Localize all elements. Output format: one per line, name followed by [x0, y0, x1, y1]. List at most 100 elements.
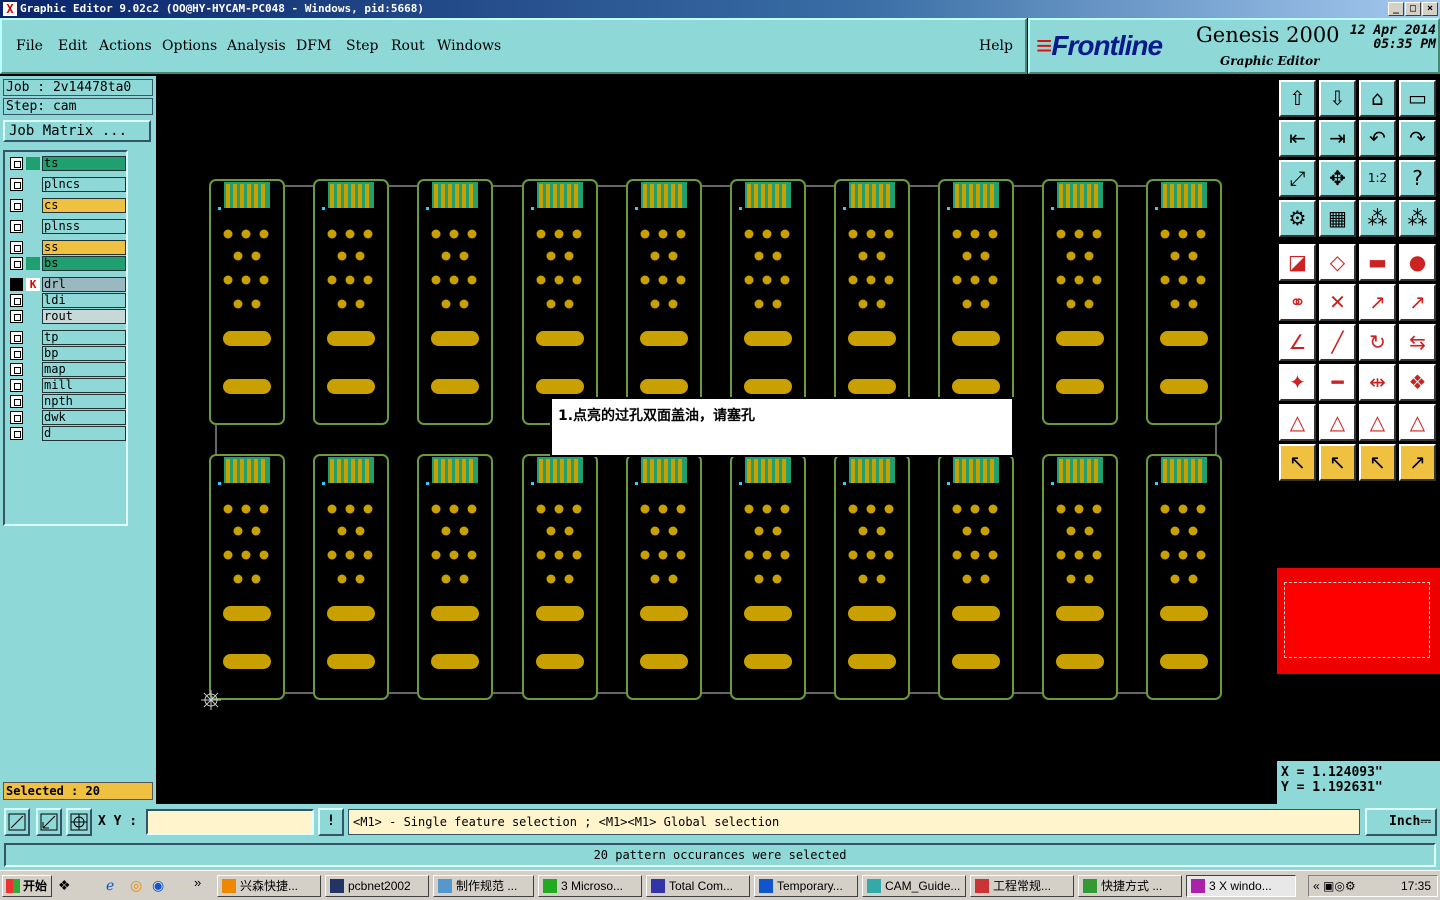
layer-name[interactable]: bs — [42, 256, 126, 271]
layer-name[interactable]: drl — [42, 277, 126, 292]
layer-checkbox[interactable] — [10, 411, 23, 424]
layer-checkbox[interactable] — [10, 331, 23, 344]
group-icon[interactable]: ❖ — [1399, 364, 1436, 401]
layer-checkbox[interactable] — [10, 379, 23, 392]
layer-row-drl[interactable]: Kdrl — [8, 277, 126, 292]
menu-windows[interactable]: Windows — [437, 38, 501, 54]
menu-options[interactable]: Options — [162, 38, 217, 54]
grid-icon[interactable]: ▦ — [1319, 200, 1356, 237]
layer-checkbox[interactable] — [10, 241, 23, 254]
triangle-c-icon[interactable]: △ — [1359, 404, 1396, 441]
layer-row-mill[interactable]: mill — [8, 378, 126, 393]
layer-name[interactable]: cs — [42, 198, 126, 213]
menu-file[interactable]: File — [16, 38, 43, 54]
settings-icon[interactable]: ⚙ — [1279, 200, 1316, 237]
triangle-d-icon[interactable]: △ — [1399, 404, 1436, 441]
slant-line-icon[interactable]: ╱ — [1319, 324, 1356, 361]
circle-pad-icon[interactable]: ● — [1399, 244, 1436, 281]
layer-name[interactable]: dwk — [42, 410, 126, 425]
layer-name[interactable]: ldi — [42, 293, 126, 308]
pan-left-icon[interactable]: ⇤ — [1279, 120, 1316, 157]
triangle-a-icon[interactable]: △ — [1279, 404, 1316, 441]
layer-checkbox[interactable] — [10, 178, 23, 191]
triangle-b-icon[interactable]: △ — [1319, 404, 1356, 441]
layer-name[interactable]: d — [42, 426, 126, 441]
layer-checkbox[interactable] — [10, 220, 23, 233]
zoom-window-icon[interactable] — [4, 808, 30, 836]
layer-name[interactable]: map — [42, 362, 126, 377]
layer-row-d[interactable]: d — [8, 426, 126, 441]
note-popup[interactable]: 1.点亮的过孔双面盖油，请塞孔 — [550, 397, 1014, 457]
taskbar-item[interactable]: 制作规范 ... — [433, 875, 534, 897]
help-message-icon[interactable]: ! — [318, 808, 344, 836]
layer-row-ldi[interactable]: ldi — [8, 293, 126, 308]
menu-help[interactable]: Help — [979, 38, 1013, 54]
select-arrow-icon[interactable]: ↖ — [1279, 444, 1316, 481]
pad-line-icon[interactable]: ↗ — [1399, 284, 1436, 321]
undo-icon[interactable]: ↶ — [1359, 120, 1396, 157]
taskbar-item[interactable]: 兴森快捷... — [217, 875, 321, 897]
select-box-icon[interactable]: ↖ — [1319, 444, 1356, 481]
pan-right-icon[interactable]: ⇥ — [1319, 120, 1356, 157]
maximize-button[interactable]: □ — [1405, 2, 1421, 16]
arc-icon[interactable]: ↻ — [1359, 324, 1396, 361]
tray-icons[interactable]: « ▣◎⚙ — [1313, 876, 1356, 896]
close-button[interactable]: × — [1422, 2, 1438, 16]
layer-name[interactable]: ts — [42, 156, 126, 171]
window-title-bar[interactable]: X Graphic Editor 9.02c2 (OO@HY-HYCAM-PC0… — [0, 0, 1440, 18]
taskbar-item[interactable]: CAM_Guide... — [862, 875, 966, 897]
redo-icon[interactable]: ↷ — [1399, 120, 1436, 157]
job-matrix-button[interactable]: Job Matrix ... — [3, 120, 151, 142]
layer-checkbox[interactable] — [10, 294, 23, 307]
taskbar-item[interactable]: pcbnet2002 — [325, 875, 429, 897]
cut-icon[interactable]: ━ — [1319, 364, 1356, 401]
taskbar-item[interactable]: 工程常规... — [970, 875, 1074, 897]
layer-row-rout[interactable]: rout — [8, 309, 126, 324]
move-icon[interactable]: ✦ — [1279, 364, 1316, 401]
layer-checkbox[interactable] — [10, 395, 23, 408]
shape-add-icon[interactable]: ◇ — [1319, 244, 1356, 281]
layer-checkbox[interactable] — [10, 347, 23, 360]
taskbar-item[interactable]: 快捷方式 ... — [1078, 875, 1182, 897]
minimize-button[interactable]: _ — [1388, 2, 1404, 16]
units-selector[interactable]: Inch ⎓ — [1365, 808, 1437, 836]
fit-all-icon[interactable]: ⤢ — [1279, 160, 1316, 197]
layer-checkbox[interactable] — [10, 363, 23, 376]
menu-dfm[interactable]: DFM — [296, 38, 331, 54]
ie-icon[interactable]: ℯ — [106, 877, 114, 894]
layer-row-ss[interactable]: ss — [8, 240, 126, 255]
app-icon[interactable]: ◎ — [130, 877, 142, 894]
more-icon[interactable]: » — [194, 875, 201, 890]
layer-name[interactable]: tp — [42, 330, 126, 345]
home-view-icon[interactable]: ⌂ — [1359, 80, 1396, 117]
pad-add-icon[interactable]: ◪ — [1279, 244, 1316, 281]
layer-row-plnss[interactable]: plnss — [8, 219, 126, 234]
layer-checkbox[interactable] — [10, 199, 23, 212]
center-icon[interactable]: ✥ — [1319, 160, 1356, 197]
layer-name[interactable]: npth — [42, 394, 126, 409]
snap-grid-icon[interactable] — [66, 808, 92, 836]
layer-name[interactable]: plncs — [42, 177, 126, 192]
layer-checkbox[interactable] — [10, 257, 23, 270]
menu-rout[interactable]: Rout — [391, 38, 425, 54]
zoom-home-icon[interactable]: ⇧ — [1279, 80, 1316, 117]
layer-checkbox[interactable] — [10, 310, 23, 323]
layer-row-map[interactable]: map — [8, 362, 126, 377]
layer-toggle-icon[interactable]: ⁂ — [1399, 200, 1436, 237]
layer-checkbox[interactable] — [10, 278, 23, 291]
layer-row-dwk[interactable]: dwk — [8, 410, 126, 425]
taskbar-item[interactable]: 3 X windo... — [1186, 875, 1296, 897]
split-view-icon[interactable]: ▭ — [1399, 80, 1436, 117]
angle-line-icon[interactable]: ∠ — [1279, 324, 1316, 361]
layer-checkbox[interactable] — [10, 427, 23, 440]
quicklaunch-icon[interactable]: ❖ — [58, 877, 71, 894]
layer-row-bs[interactable]: bs — [8, 256, 126, 271]
menu-edit[interactable]: Edit — [58, 38, 87, 54]
layer-row-ts[interactable]: ts — [8, 156, 126, 171]
line-pad-icon[interactable]: ↗ — [1359, 284, 1396, 321]
menu-step[interactable]: Step — [346, 38, 378, 54]
menu-actions[interactable]: Actions — [99, 38, 152, 54]
layer-row-tp[interactable]: tp — [8, 330, 126, 345]
menu-analysis[interactable]: Analysis — [227, 38, 286, 54]
layer-row-bp[interactable]: bp — [8, 346, 126, 361]
